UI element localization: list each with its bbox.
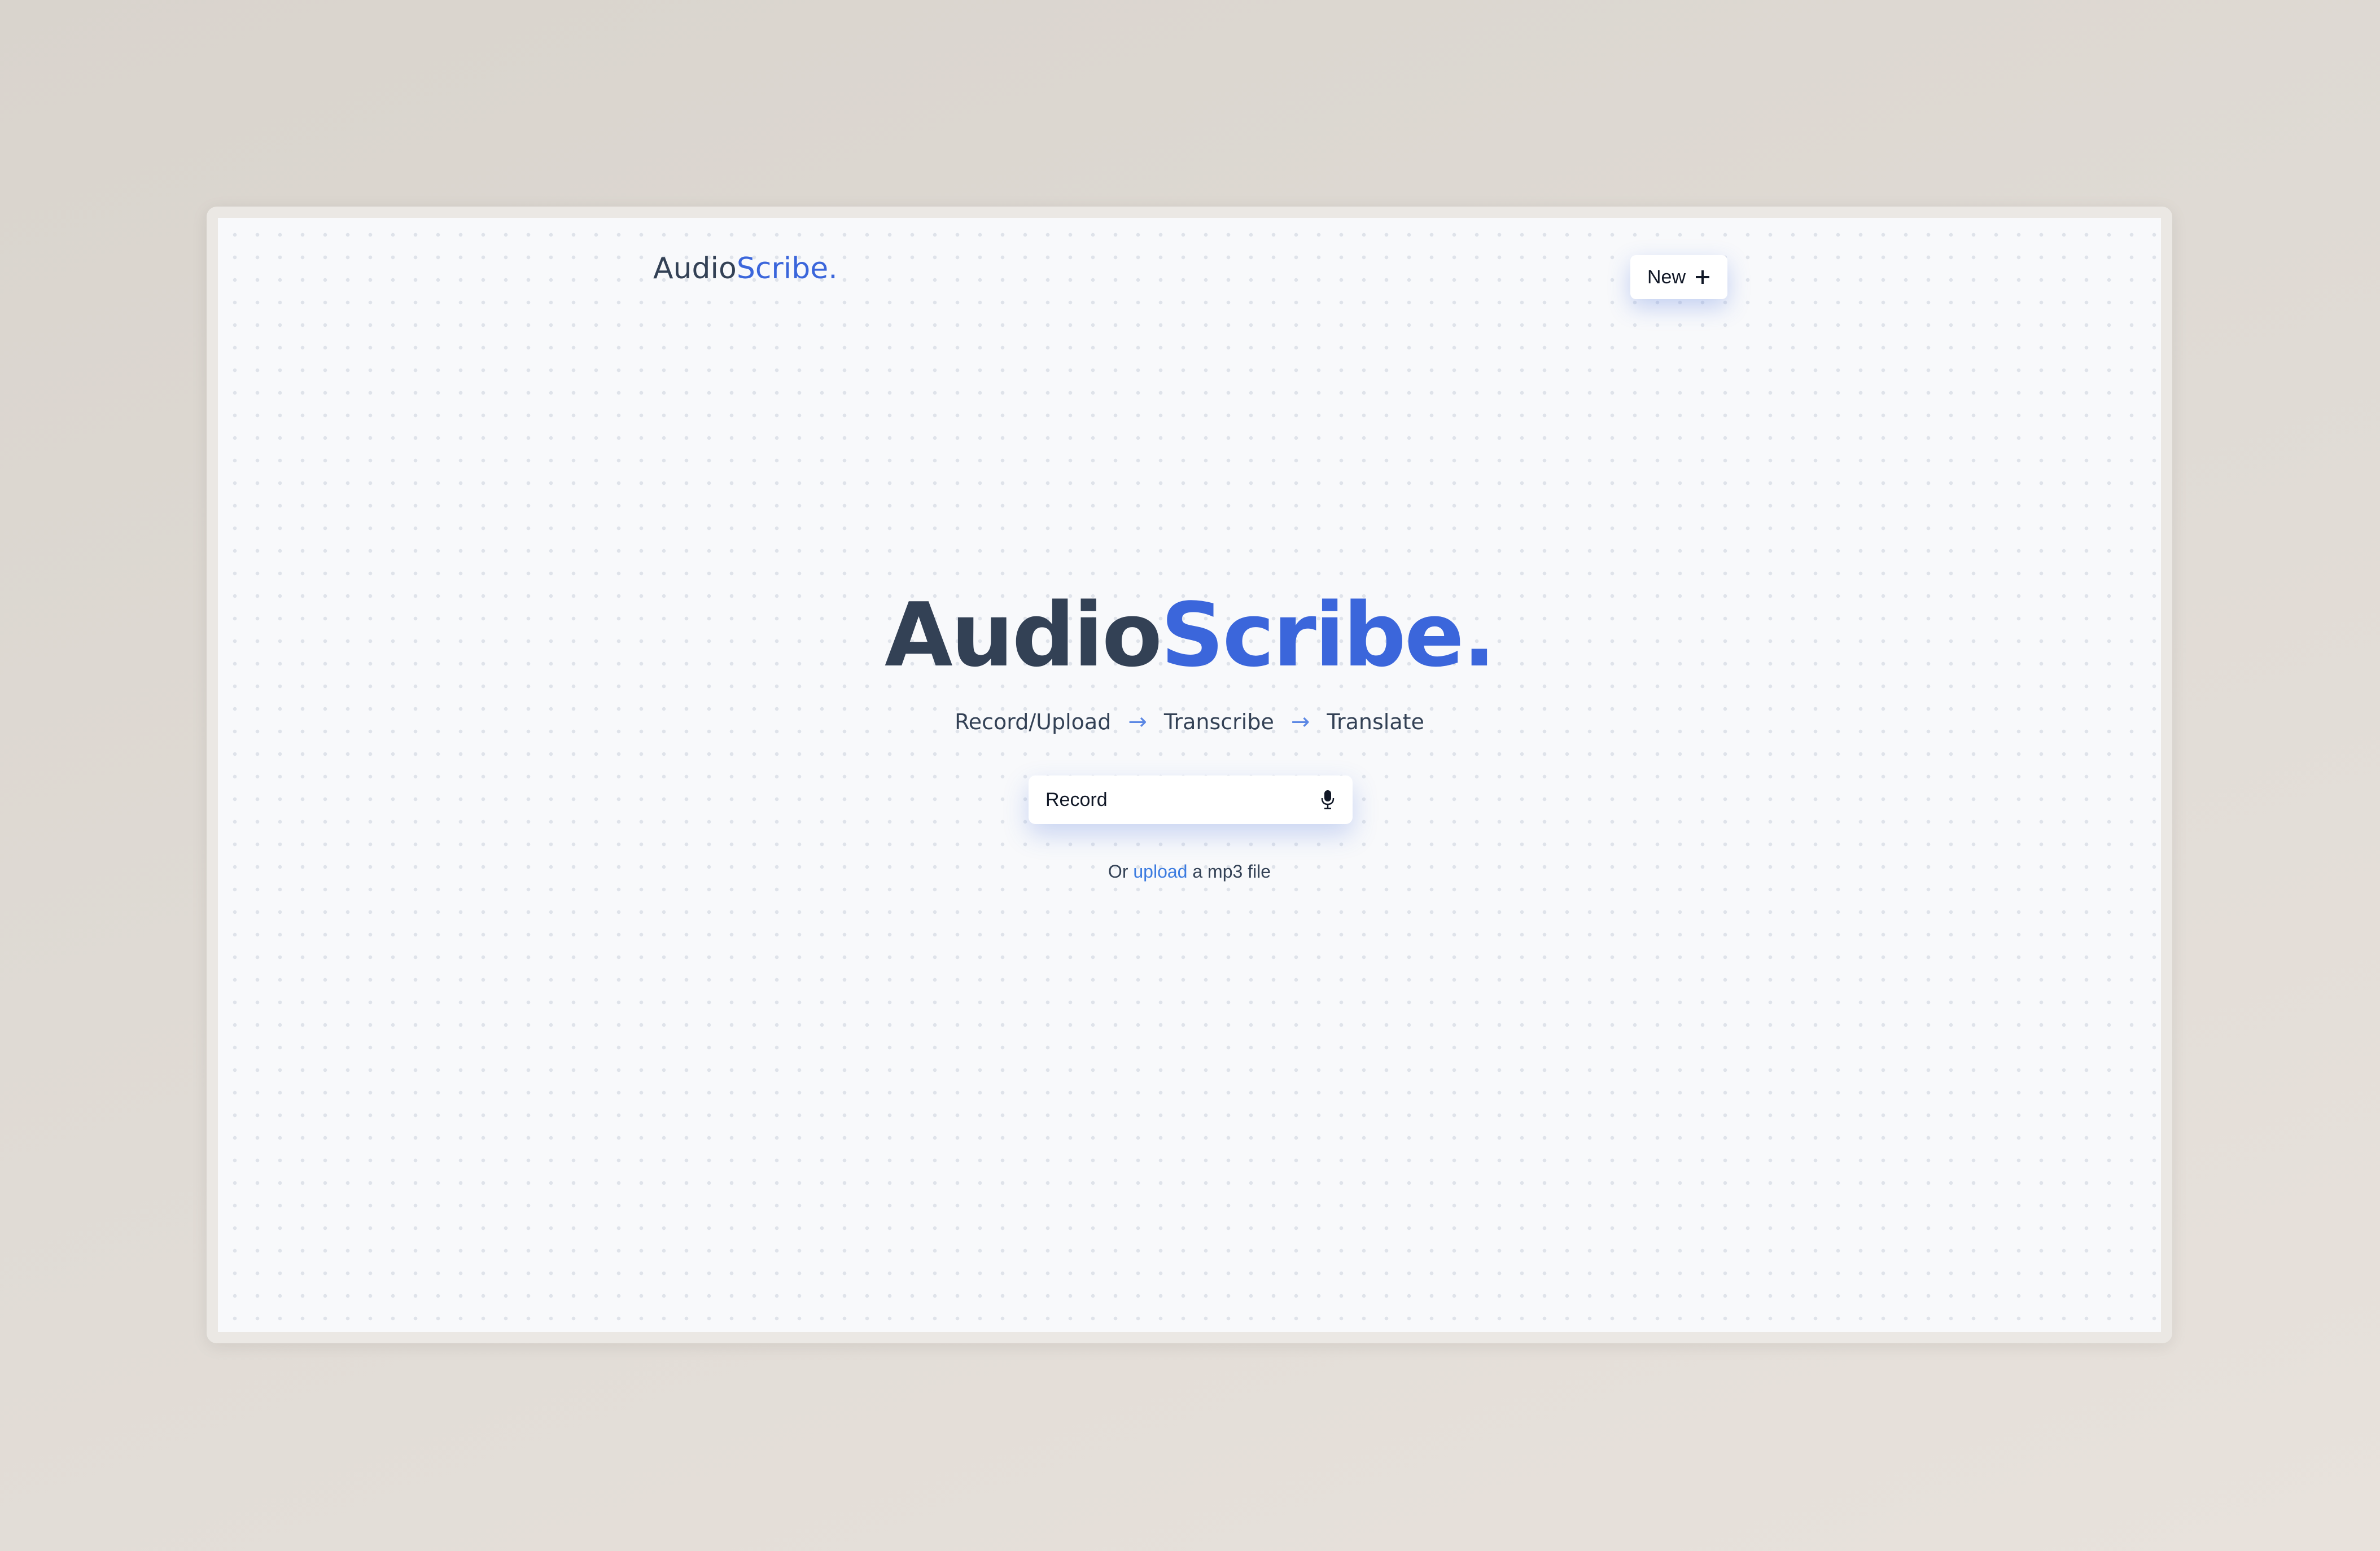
upload-hint-suffix: a mp3 file	[1192, 861, 1271, 882]
step-translate: Translate	[1327, 709, 1424, 734]
arrow-right-icon: →	[1290, 709, 1310, 735]
workflow-steps: Record/Upload → Transcribe → Translate	[218, 709, 2161, 735]
hero-title-scribe: Scribe.	[1161, 584, 1496, 686]
step-transcribe: Transcribe	[1163, 709, 1274, 734]
window-frame: AudioScribe. New AudioScribe. Record/Upl…	[207, 207, 2172, 1343]
arrow-right-icon: →	[1128, 709, 1147, 735]
app-window: AudioScribe. New AudioScribe. Record/Upl…	[218, 218, 2161, 1332]
upload-hint-prefix: Or	[1108, 861, 1128, 882]
record-button[interactable]: Record	[1029, 775, 1353, 824]
header-logo-audio: Audio	[653, 252, 737, 286]
upload-link[interactable]: upload	[1133, 861, 1187, 882]
step-record-upload: Record/Upload	[955, 709, 1112, 734]
new-button[interactable]: New	[1630, 255, 1727, 299]
plus-icon	[1695, 265, 1710, 290]
header-logo-scribe: Scribe.	[736, 252, 838, 286]
record-button-label: Record	[1045, 788, 1108, 810]
upload-hint: Or upload a mp3 file	[218, 861, 2161, 882]
new-button-label: New	[1647, 266, 1686, 288]
hero-title: AudioScribe.	[218, 584, 2161, 686]
microphone-icon	[1320, 788, 1336, 811]
hero-title-audio: Audio	[884, 584, 1162, 686]
header-logo[interactable]: AudioScribe.	[653, 252, 838, 286]
